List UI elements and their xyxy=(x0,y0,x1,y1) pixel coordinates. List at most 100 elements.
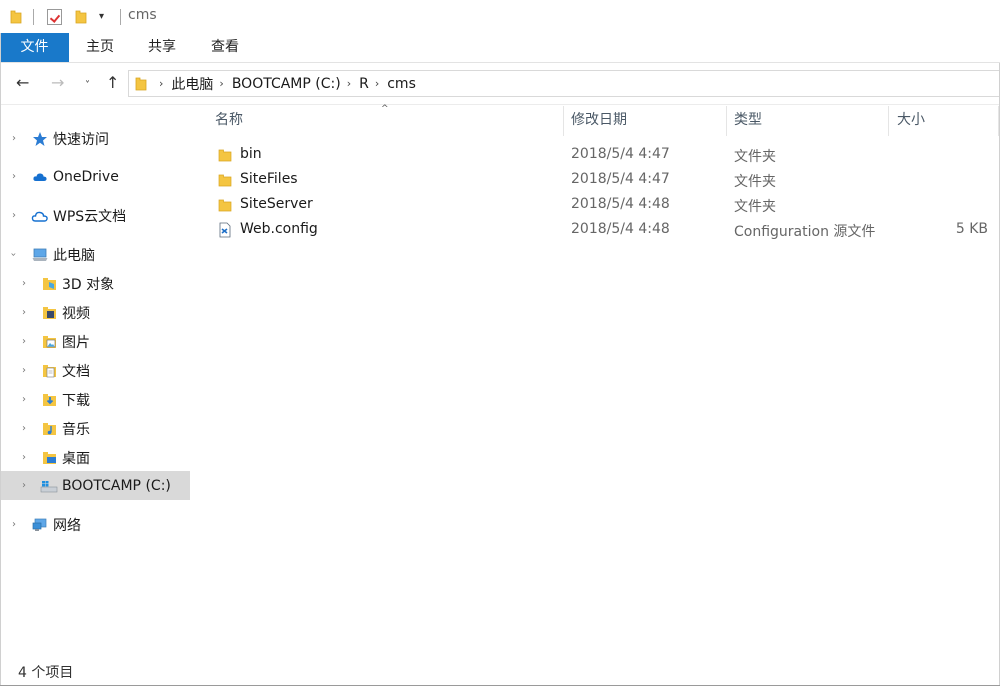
chevron-right-icon[interactable]: › xyxy=(22,307,26,318)
chevron-right-icon[interactable]: › xyxy=(22,278,26,289)
breadcrumb-separator-icon[interactable]: › xyxy=(159,77,163,90)
chevron-right-icon[interactable]: › xyxy=(22,480,26,491)
sidebar-item-label: WPS云文档 xyxy=(53,208,127,225)
tab-file[interactable]: 文件 xyxy=(0,33,69,62)
tab-view[interactable]: 查看 xyxy=(193,33,257,62)
sidebar-item-this-pc[interactable]: › 此电脑 xyxy=(0,240,191,269)
folder-icon xyxy=(135,77,147,90)
address-bar[interactable]: › 此电脑 › BOOTCAMP (C:) › R › cms xyxy=(128,70,1000,97)
network-icon xyxy=(32,518,47,531)
folder-icon[interactable] xyxy=(10,10,22,24)
ribbon-tabs: 文件 主页 共享 查看 xyxy=(0,33,1000,63)
chevron-right-icon[interactable]: › xyxy=(22,365,26,376)
sidebar-item-onedrive[interactable]: › OneDrive xyxy=(0,162,191,191)
title-bar: ▾ cms xyxy=(0,0,1000,33)
desktop-icon xyxy=(43,451,56,464)
toolbar-separator xyxy=(120,9,121,25)
toolbar-separator xyxy=(33,9,34,25)
forward-arrow-icon[interactable]: → xyxy=(51,75,64,91)
file-date: 2018/5/4 4:47 xyxy=(571,146,670,162)
folder-icon xyxy=(218,149,232,162)
sidebar-item-pictures[interactable]: › 图片 xyxy=(0,327,191,356)
3d-objects-icon xyxy=(43,277,56,290)
sidebar-item-label: 视频 xyxy=(62,305,90,322)
file-date: 2018/5/4 4:47 xyxy=(571,171,670,187)
cloud-icon xyxy=(33,172,47,181)
sidebar-item-videos[interactable]: › 视频 xyxy=(0,298,191,327)
table-row[interactable]: SiteFiles 2018/5/4 4:47 文件夹 xyxy=(213,168,1000,193)
sidebar-item-label: 网络 xyxy=(53,517,81,534)
sidebar-item-music[interactable]: › 音乐 xyxy=(0,414,191,443)
video-icon xyxy=(43,306,56,319)
chevron-right-icon[interactable]: › xyxy=(12,210,16,221)
up-arrow-icon[interactable]: ↑ xyxy=(106,75,119,91)
sidebar-item-label: 桌面 xyxy=(62,450,90,467)
item-count: 4 个项目 xyxy=(18,665,74,681)
sidebar-item-label: 快速访问 xyxy=(53,131,109,148)
sidebar-item-bootcamp-drive[interactable]: › BOOTCAMP (C:) xyxy=(0,471,190,500)
breadcrumb-r[interactable]: R xyxy=(359,76,369,92)
chevron-right-icon[interactable]: › xyxy=(22,394,26,405)
sidebar-item-downloads[interactable]: › 下载 xyxy=(0,385,191,414)
table-row[interactable]: SiteServer 2018/5/4 4:48 文件夹 xyxy=(213,193,1000,218)
tab-home[interactable]: 主页 xyxy=(69,33,131,62)
file-type: 文件夹 xyxy=(734,174,776,190)
breadcrumb-drive[interactable]: BOOTCAMP (C:) xyxy=(232,76,341,92)
pictures-icon xyxy=(43,335,56,348)
breadcrumb-separator-icon[interactable]: › xyxy=(347,77,351,90)
breadcrumb-this-pc[interactable]: 此电脑 xyxy=(171,74,213,94)
column-header-type[interactable]: 类型 xyxy=(734,106,762,136)
sidebar-item-label: 下载 xyxy=(62,392,90,409)
config-file-icon xyxy=(219,222,231,238)
sidebar-item-label: 图片 xyxy=(62,334,90,351)
window-border xyxy=(0,33,1,686)
recent-locations-chevron-icon[interactable]: ˅ xyxy=(85,78,90,94)
chevron-right-icon[interactable]: › xyxy=(22,423,26,434)
sidebar-item-documents[interactable]: › 文档 xyxy=(0,356,191,385)
file-name: bin xyxy=(240,146,262,162)
breadcrumb-separator-icon[interactable]: › xyxy=(219,77,223,90)
music-icon xyxy=(43,422,56,435)
table-row[interactable]: bin 2018/5/4 4:47 文件夹 xyxy=(213,143,1000,168)
file-type: Configuration 源文件 xyxy=(734,224,876,240)
column-header-size[interactable]: 大小 xyxy=(897,106,925,136)
new-folder-icon[interactable] xyxy=(75,10,87,24)
file-date: 2018/5/4 4:48 xyxy=(571,221,670,237)
sidebar-item-wps-cloud[interactable]: › WPS云文档 xyxy=(0,201,191,230)
column-divider[interactable] xyxy=(563,106,564,136)
customize-dropdown-icon[interactable]: ▾ xyxy=(99,11,104,22)
back-arrow-icon[interactable]: ← xyxy=(16,75,29,91)
column-divider[interactable] xyxy=(888,106,889,136)
downloads-icon xyxy=(43,393,56,406)
status-bar: 4 个项目 xyxy=(0,657,1000,686)
chevron-right-icon[interactable]: › xyxy=(22,336,26,347)
computer-icon xyxy=(32,248,48,261)
properties-icon[interactable] xyxy=(47,9,62,25)
sidebar-item-label: BOOTCAMP (C:) xyxy=(62,477,171,494)
sidebar-item-label: 3D 对象 xyxy=(62,276,115,293)
column-header-date[interactable]: 修改日期 xyxy=(571,106,627,136)
chevron-down-icon[interactable]: › xyxy=(8,253,19,257)
file-name: SiteFiles xyxy=(240,171,298,187)
drive-icon xyxy=(40,480,58,492)
table-row[interactable]: Web.config 2018/5/4 4:48 Configuration 源… xyxy=(213,218,1000,243)
file-size: 5 KB xyxy=(955,221,988,237)
star-icon xyxy=(33,131,47,146)
file-type: 文件夹 xyxy=(734,149,776,165)
breadcrumb-separator-icon[interactable]: › xyxy=(375,77,379,90)
sidebar-item-3d-objects[interactable]: › 3D 对象 xyxy=(0,269,191,298)
column-divider[interactable] xyxy=(726,106,727,136)
column-header-name[interactable]: 名称 xyxy=(215,106,243,136)
window-title: cms xyxy=(128,7,157,23)
sidebar-item-network[interactable]: › 网络 xyxy=(0,510,191,539)
sidebar-item-desktop[interactable]: › 桌面 xyxy=(0,443,191,472)
file-name: Web.config xyxy=(240,221,318,237)
chevron-right-icon[interactable]: › xyxy=(12,133,16,144)
chevron-right-icon[interactable]: › xyxy=(12,171,16,182)
folder-icon xyxy=(218,174,232,187)
tab-share[interactable]: 共享 xyxy=(131,33,193,62)
breadcrumb-cms[interactable]: cms xyxy=(387,76,416,92)
chevron-right-icon[interactable]: › xyxy=(22,452,26,463)
chevron-right-icon[interactable]: › xyxy=(12,519,16,530)
sidebar-item-quick-access[interactable]: › 快速访问 xyxy=(0,124,191,153)
